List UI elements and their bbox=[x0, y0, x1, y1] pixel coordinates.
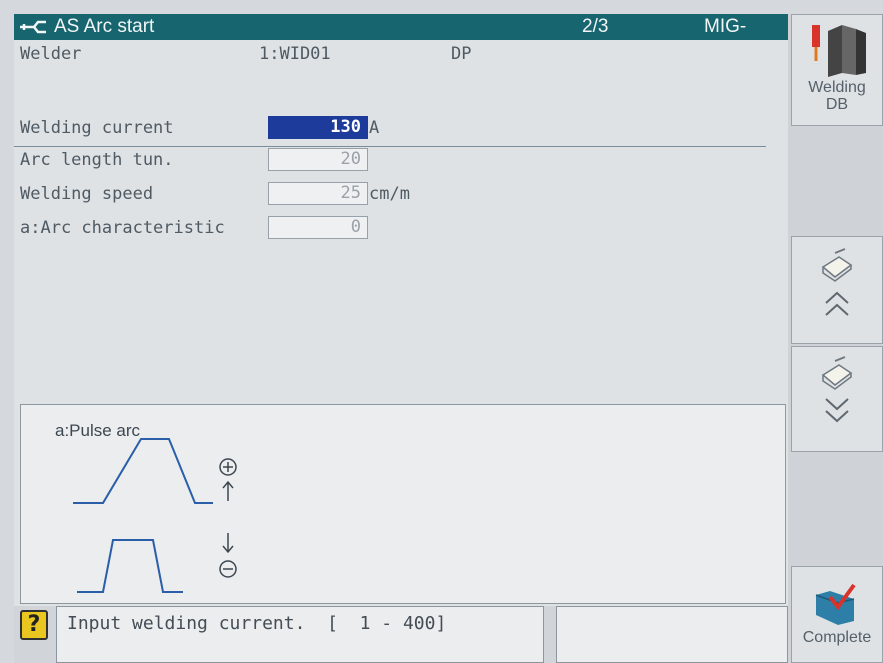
param-row-arc-length[interactable]: Arc length tun. 20 bbox=[20, 148, 440, 172]
param-row-arc-characteristic[interactable]: a:Arc characteristic 0 bbox=[20, 216, 440, 240]
param-unit: A bbox=[369, 118, 380, 138]
page-up-button[interactable] bbox=[791, 236, 883, 344]
main-panel: Welder 1:WID01 DP Welding current 130 A … bbox=[14, 40, 788, 606]
chevron-down-icon bbox=[825, 398, 849, 423]
minus-down-icon bbox=[219, 533, 237, 578]
book-icon bbox=[821, 356, 853, 390]
arc-length-field[interactable]: 20 bbox=[268, 148, 368, 171]
pulse-waveform-hard bbox=[77, 539, 183, 593]
param-row-welding-speed[interactable]: Welding speed 25 cm/m bbox=[20, 182, 440, 206]
page-title: AS Arc start bbox=[54, 16, 155, 37]
status-bar: ? Input welding current. [ 1 - 400] bbox=[14, 606, 788, 663]
param-row-welding-current[interactable]: Welding current 130 A bbox=[20, 116, 440, 140]
param-label: Arc length tun. bbox=[20, 150, 174, 170]
param-label: a:Arc characteristic bbox=[20, 218, 225, 238]
page-indicator: 2/3 bbox=[582, 16, 609, 37]
param-unit: cm/m bbox=[369, 184, 410, 204]
title-bar: AS Arc start 2/3 MIG-MAG bbox=[14, 14, 788, 59]
welding-db-label: Welding DB bbox=[808, 79, 866, 113]
chevron-up-icon bbox=[825, 291, 849, 316]
page-down-button[interactable] bbox=[791, 346, 883, 452]
welding-database-icon bbox=[812, 25, 866, 77]
plus-up-icon bbox=[219, 458, 237, 501]
param-label: Welding speed bbox=[20, 184, 154, 204]
status-secondary bbox=[556, 606, 788, 663]
complete-label: Complete bbox=[802, 629, 872, 646]
pulse-waveform-soft bbox=[73, 438, 213, 504]
welder-label: Welder bbox=[20, 44, 82, 64]
welding-torch-icon bbox=[20, 20, 46, 34]
divider bbox=[14, 146, 766, 147]
arc-characteristic-field[interactable]: 0 bbox=[268, 216, 368, 239]
arc-characteristic-diagram: a:Pulse arc bbox=[20, 404, 786, 604]
param-label: Welding current bbox=[20, 118, 174, 138]
book-icon bbox=[821, 248, 853, 282]
welding-current-field[interactable]: 130 bbox=[268, 116, 368, 139]
welding-db-button[interactable]: Welding DB bbox=[791, 14, 883, 126]
function-sidebar: Welding DB Complete bbox=[788, 14, 883, 663]
folder-check-icon bbox=[815, 583, 856, 625]
help-icon[interactable]: ? bbox=[20, 610, 48, 640]
welder-value: 1:WID01 bbox=[259, 44, 331, 64]
status-message: Input welding current. [ 1 - 400] bbox=[56, 606, 544, 663]
teach-pendant-screen: AS Arc start 2/3 MIG-MAG Welder 1:WID01 … bbox=[0, 0, 883, 663]
welding-speed-field[interactable]: 25 bbox=[268, 182, 368, 205]
welder-type: DP bbox=[451, 44, 472, 64]
complete-button[interactable]: Complete bbox=[791, 566, 883, 663]
